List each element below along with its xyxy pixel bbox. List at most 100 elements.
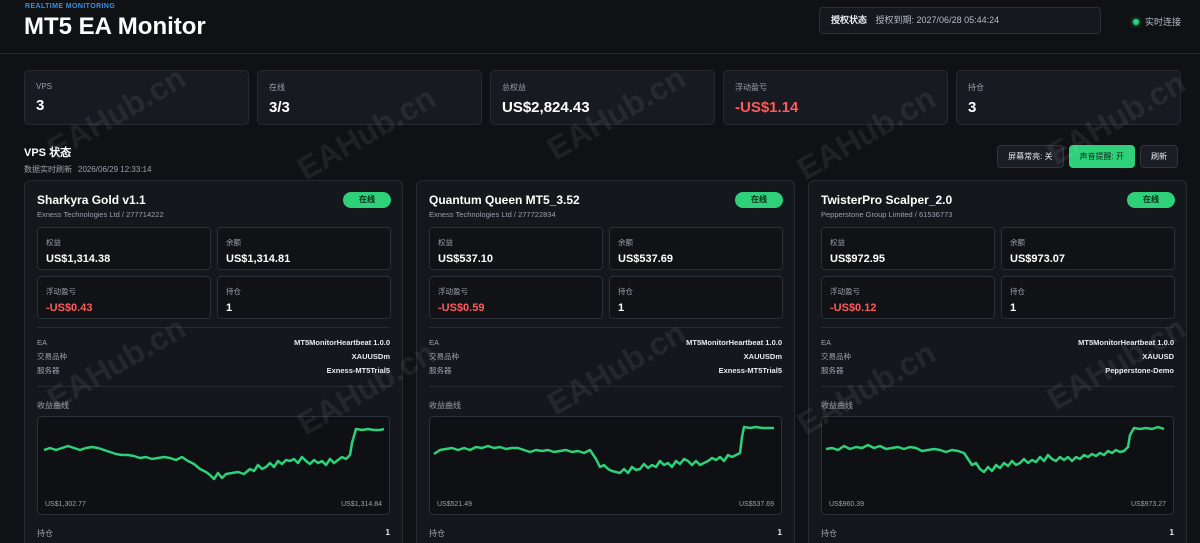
info-list: EA MT5MonitorHeartbeat 1.0.0 交易品种 XAUUSDm … <box>37 336 390 378</box>
metrics-grid: 权益 US$1,314.38 余额 US$1,314.81 浮动盈亏 -US$0.43… <box>37 227 391 319</box>
metric-value: 1 <box>226 302 233 314</box>
ea-name: Quantum Queen MT5_3.52 <box>429 193 580 207</box>
positions-label: 持仓 <box>37 529 53 538</box>
refresh-time: 2026/06/29 12:33:14 <box>78 165 152 174</box>
info-label: 交易品种 <box>821 352 851 361</box>
license-label: 授权状态 <box>831 15 868 25</box>
metric-label: 余额 <box>226 238 241 247</box>
info-label: EA <box>37 338 48 347</box>
broker-account: Exness Technologies Ltd / 277714222 <box>37 210 164 219</box>
metric-balance: 余额 US$973.07 <box>1001 227 1175 270</box>
stat-positions: 持仓 3 <box>956 70 1181 125</box>
metric-balance: 余额 US$537.69 <box>609 227 783 270</box>
info-list: EA MT5MonitorHeartbeat 1.0.0 交易品种 XAUUSDm … <box>429 336 782 378</box>
license-status: 授权状态 授权到期: 2027/06/28 05:44:24 <box>819 7 1101 34</box>
metric-floating-pnl: 浮动盈亏 -US$0.12 <box>821 276 995 319</box>
stat-total-equity: 总权益 US$2,824.43 <box>490 70 715 125</box>
stat-floating-pnl: 浮动盈亏 -US$1.14 <box>723 70 948 125</box>
metric-value: US$972.95 <box>830 253 886 265</box>
vps-card[interactable]: TwisterPro Scalper_2.0 Pepperstone Group… <box>808 180 1187 543</box>
status-badge: 在线 <box>1127 192 1175 208</box>
metric-equity: 权益 US$1,314.38 <box>37 227 211 270</box>
info-row: EA MT5MonitorHeartbeat 1.0.0 <box>821 336 1174 350</box>
metric-label: 浮动盈亏 <box>46 287 76 296</box>
metric-value: -US$0.43 <box>46 302 93 314</box>
status-dot-icon <box>1133 18 1139 25</box>
divider <box>429 386 782 387</box>
info-row: EA MT5MonitorHeartbeat 1.0.0 <box>37 336 390 350</box>
positions-row: 持仓 1 <box>37 528 390 539</box>
info-list: EA MT5MonitorHeartbeat 1.0.0 交易品种 XAUUSD 服… <box>821 336 1174 378</box>
metric-label: 浮动盈亏 <box>438 287 468 296</box>
curve-min-label: US$521.49 <box>437 501 473 508</box>
metric-label: 权益 <box>46 238 61 247</box>
curve-max-label: US$1,314.84 <box>341 501 382 508</box>
stat-vps: VPS 3 <box>24 70 249 125</box>
positions-label: 持仓 <box>429 529 445 538</box>
metric-positions: 持仓 1 <box>609 276 783 319</box>
live-connection-indicator: 实时连接 <box>1133 15 1181 28</box>
eyebrow-label: REALTIME MONITORING <box>25 3 116 10</box>
top-header: REALTIME MONITORING MT5 EA Monitor 授权状态 … <box>0 0 1200 54</box>
info-value: Exness-MT5Trial5 <box>326 366 390 375</box>
metric-balance: 余额 US$1,314.81 <box>217 227 391 270</box>
ea-name: TwisterPro Scalper_2.0 <box>821 193 953 207</box>
ea-name: Sharkyra Gold v1.1 <box>37 193 146 207</box>
equity-curve-title: 收益曲线 <box>429 401 461 410</box>
metric-value: US$1,314.81 <box>226 253 291 265</box>
metric-value: US$973.07 <box>1010 253 1066 265</box>
equity-curve-svg <box>43 427 385 481</box>
license-expiry: 授权到期: 2027/06/28 05:44:24 <box>875 15 1000 25</box>
metric-value: US$1,314.38 <box>46 253 111 265</box>
info-row: EA MT5MonitorHeartbeat 1.0.0 <box>429 336 782 350</box>
metric-equity: 权益 US$537.10 <box>429 227 603 270</box>
metric-floating-pnl: 浮动盈亏 -US$0.43 <box>37 276 211 319</box>
summary-stats: VPS 3 在线 3/3 总权益 US$2,824.43 浮动盈亏 -US$1.… <box>24 70 1181 125</box>
equity-curve-chart: US$521.49 US$537.69 <box>429 416 782 515</box>
metrics-grid: 权益 US$537.10 余额 US$537.69 浮动盈亏 -US$0.59 持仓 1 <box>429 227 783 319</box>
info-row: 服务器 Pepperstone-Demo <box>821 364 1174 378</box>
metric-label: 余额 <box>618 238 633 247</box>
stat-value: 3/3 <box>269 99 290 116</box>
info-value: Pepperstone-Demo <box>1105 366 1174 375</box>
info-value: Exness-MT5Trial5 <box>718 366 782 375</box>
section-title: VPS 状态 <box>24 147 72 159</box>
info-label: 服务器 <box>37 366 60 375</box>
equity-curve-svg <box>433 425 774 475</box>
metric-label: 持仓 <box>1010 287 1025 296</box>
divider <box>821 327 1174 328</box>
stat-label: 在线 <box>269 83 285 92</box>
equity-curve-line <box>433 425 774 475</box>
info-value: MT5MonitorHeartbeat 1.0.0 <box>1078 338 1174 347</box>
info-row: 交易品种 XAUUSD <box>821 350 1174 364</box>
info-value: MT5MonitorHeartbeat 1.0.0 <box>294 338 390 347</box>
refresh-label: 数据实时刷新 <box>24 165 72 174</box>
positions-value: 1 <box>385 528 390 537</box>
vps-card[interactable]: Quantum Queen MT5_3.52 Exness Technologi… <box>416 180 795 543</box>
info-row: 服务器 Exness-MT5Trial5 <box>429 364 782 378</box>
refresh-button[interactable]: 刷新 <box>1140 145 1178 168</box>
info-row: 服务器 Exness-MT5Trial5 <box>37 364 390 378</box>
page-title: MT5 EA Monitor <box>24 13 206 40</box>
screen-on-toggle[interactable]: 屏幕常亮: 关 <box>997 145 1064 168</box>
info-value: MT5MonitorHeartbeat 1.0.0 <box>686 338 782 347</box>
stat-label: 浮动盈亏 <box>735 83 767 92</box>
equity-curve-title: 收益曲线 <box>37 401 69 410</box>
vps-cards: Sharkyra Gold v1.1 Exness Technologies L… <box>24 180 1187 543</box>
positions-value: 1 <box>1169 528 1174 537</box>
sound-toggle[interactable]: 声音提醒: 开 <box>1068 145 1135 168</box>
metrics-grid: 权益 US$972.95 余额 US$973.07 浮动盈亏 -US$0.12 持仓 1 <box>821 227 1175 319</box>
broker-account: Pepperstone Group Limited / 61536773 <box>821 210 953 219</box>
vps-card[interactable]: Sharkyra Gold v1.1 Exness Technologies L… <box>24 180 403 543</box>
metric-label: 浮动盈亏 <box>830 287 860 296</box>
refresh-info: 数据实时刷新 2026/06/29 12:33:14 <box>24 164 151 175</box>
broker-account: Exness Technologies Ltd / 277722834 <box>429 210 556 219</box>
metric-positions: 持仓 1 <box>1001 276 1175 319</box>
metric-label: 持仓 <box>618 287 633 296</box>
equity-curve-line <box>43 427 385 481</box>
stat-online: 在线 3/3 <box>257 70 482 125</box>
toolbar: 屏幕常亮: 关 声音提醒: 开 刷新 <box>997 145 1178 168</box>
info-value: XAUUSDm <box>351 352 390 361</box>
positions-row: 持仓 1 <box>429 528 782 539</box>
info-label: 交易品种 <box>429 352 459 361</box>
